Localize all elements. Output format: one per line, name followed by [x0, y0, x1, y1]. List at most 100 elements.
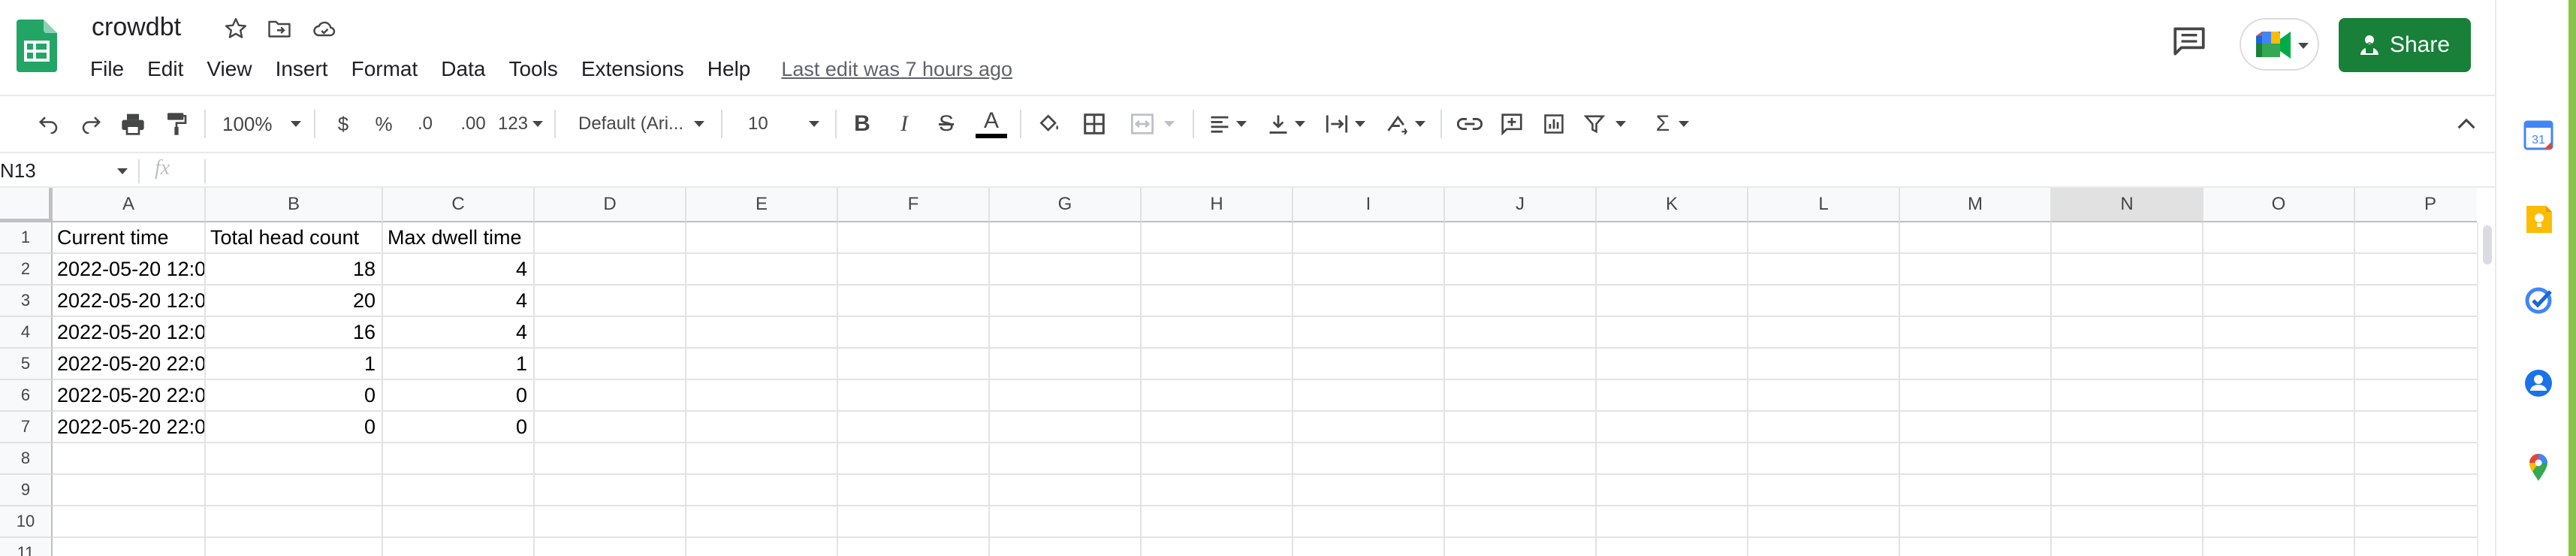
cell-m7[interactable]	[1900, 412, 2052, 443]
cell-j8[interactable]	[1445, 443, 1597, 475]
cell-o4[interactable]	[2203, 317, 2355, 349]
cell-i6[interactable]	[1293, 380, 1445, 412]
cell-o10[interactable]	[2203, 506, 2355, 538]
decrease-decimal-button[interactable]: .0	[409, 108, 442, 140]
cell-n6[interactable]	[2052, 380, 2203, 412]
cell-c4[interactable]: 4	[383, 317, 535, 349]
cell-b7[interactable]: 0	[206, 412, 383, 443]
cell-c1[interactable]: Max dwell time	[383, 222, 535, 254]
cell-a11[interactable]	[53, 538, 206, 556]
cell-n7[interactable]	[2052, 412, 2203, 443]
row-header-8[interactable]: 8	[0, 443, 53, 475]
cell-g8[interactable]	[990, 443, 1142, 475]
cell-n4[interactable]	[2052, 317, 2203, 349]
paint-format-button[interactable]	[161, 108, 192, 140]
cell-b2[interactable]: 18	[206, 254, 383, 286]
cell-m10[interactable]	[1900, 506, 2052, 538]
cell-n8[interactable]	[2052, 443, 2203, 475]
cell-f4[interactable]	[838, 317, 990, 349]
insert-link-button[interactable]	[1452, 108, 1487, 140]
column-header-i[interactable]: I	[1293, 188, 1445, 222]
cell-d11[interactable]	[535, 538, 686, 556]
cell-j1[interactable]	[1445, 222, 1597, 254]
column-header-g[interactable]: G	[990, 188, 1142, 222]
cell-f6[interactable]	[838, 380, 990, 412]
cell-b1[interactable]: Total head count	[206, 222, 383, 254]
cell-k7[interactable]	[1597, 412, 1748, 443]
cell-l1[interactable]	[1748, 222, 1900, 254]
cell-f5[interactable]	[838, 349, 990, 380]
more-formats-button[interactable]: 123	[496, 108, 545, 140]
cell-i7[interactable]	[1293, 412, 1445, 443]
cell-a4[interactable]: 2022-05-20 12:0	[53, 317, 206, 349]
cell-n2[interactable]	[2052, 254, 2203, 286]
cell-o9[interactable]	[2203, 475, 2355, 506]
maps-icon[interactable]	[2522, 451, 2555, 484]
cell-p2[interactable]	[2355, 254, 2477, 286]
cell-j11[interactable]	[1445, 538, 1597, 556]
cell-i4[interactable]	[1293, 317, 1445, 349]
move-folder-icon[interactable]	[266, 15, 293, 42]
cell-g10[interactable]	[990, 506, 1142, 538]
keep-icon[interactable]	[2522, 203, 2555, 236]
cell-b11[interactable]	[206, 538, 383, 556]
row-header-5[interactable]: 5	[0, 349, 53, 380]
percent-format-button[interactable]: %	[371, 108, 397, 140]
column-header-c[interactable]: C	[383, 188, 535, 222]
cell-j3[interactable]	[1445, 286, 1597, 317]
cell-a8[interactable]	[53, 443, 206, 475]
cell-i2[interactable]	[1293, 254, 1445, 286]
cell-a3[interactable]: 2022-05-20 12:0	[53, 286, 206, 317]
cell-j6[interactable]	[1445, 380, 1597, 412]
cell-p3[interactable]	[2355, 286, 2477, 317]
cell-k11[interactable]	[1597, 538, 1748, 556]
column-header-d[interactable]: D	[535, 188, 686, 222]
font-size-select[interactable]: 10	[748, 108, 826, 140]
cell-e4[interactable]	[686, 317, 838, 349]
cell-d5[interactable]	[535, 349, 686, 380]
calendar-icon[interactable]: 31	[2522, 119, 2555, 152]
row-header-1[interactable]: 1	[0, 222, 53, 254]
cell-h2[interactable]	[1142, 254, 1293, 286]
column-header-p[interactable]: P	[2355, 188, 2477, 222]
cell-b5[interactable]: 1	[206, 349, 383, 380]
cell-k3[interactable]	[1597, 286, 1748, 317]
font-family-select[interactable]: Default (Ari...	[578, 108, 712, 140]
currency-format-button[interactable]: $	[330, 108, 356, 140]
cell-l11[interactable]	[1748, 538, 1900, 556]
menu-view[interactable]: View	[207, 56, 252, 83]
cell-l10[interactable]	[1748, 506, 1900, 538]
cell-d1[interactable]	[535, 222, 686, 254]
row-header-9[interactable]: 9	[0, 475, 53, 506]
cell-l8[interactable]	[1748, 443, 1900, 475]
cell-f10[interactable]	[838, 506, 990, 538]
cell-p1[interactable]	[2355, 222, 2477, 254]
cell-i3[interactable]	[1293, 286, 1445, 317]
cell-h8[interactable]	[1142, 443, 1293, 475]
cell-e1[interactable]	[686, 222, 838, 254]
document-title[interactable]: crowdbt	[92, 12, 181, 42]
contacts-icon[interactable]	[2522, 367, 2555, 400]
cell-n11[interactable]	[2052, 538, 2203, 556]
cell-g1[interactable]	[990, 222, 1142, 254]
cell-b9[interactable]	[206, 475, 383, 506]
cell-h1[interactable]	[1142, 222, 1293, 254]
cell-a7[interactable]: 2022-05-20 22:0	[53, 412, 206, 443]
cell-i9[interactable]	[1293, 475, 1445, 506]
formula-input[interactable]	[218, 153, 2471, 188]
cell-c11[interactable]	[383, 538, 535, 556]
cell-i1[interactable]	[1293, 222, 1445, 254]
cell-e6[interactable]	[686, 380, 838, 412]
cell-n1[interactable]	[2052, 222, 2203, 254]
cell-m3[interactable]	[1900, 286, 2052, 317]
cell-h6[interactable]	[1142, 380, 1293, 412]
column-header-n[interactable]: N	[2052, 188, 2203, 222]
cell-m2[interactable]	[1900, 254, 2052, 286]
cell-f11[interactable]	[838, 538, 990, 556]
star-icon[interactable]	[222, 15, 249, 42]
cell-l6[interactable]	[1748, 380, 1900, 412]
cell-e11[interactable]	[686, 538, 838, 556]
insert-comment-button[interactable]	[1495, 108, 1529, 140]
cell-j10[interactable]	[1445, 506, 1597, 538]
share-button[interactable]: Share	[2339, 18, 2471, 72]
